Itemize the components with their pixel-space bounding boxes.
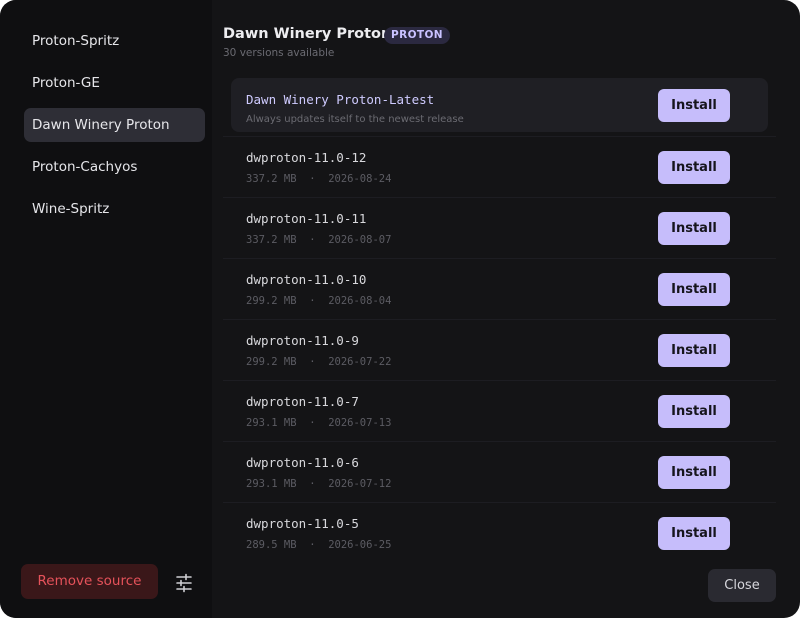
install-button[interactable]: Install	[658, 395, 730, 428]
version-name: dwproton-11.0-10	[246, 272, 367, 287]
install-button[interactable]: Install	[658, 212, 730, 245]
version-meta: 299.2 MB · 2026-08-04	[246, 295, 392, 307]
remove-source-button[interactable]: Remove source	[21, 564, 158, 599]
version-meta: 293.1 MB · 2026-07-13	[246, 417, 392, 429]
type-badge: PROTON	[384, 27, 450, 44]
sidebar-item-dawn-winery-proton[interactable]: Dawn Winery Proton	[24, 108, 205, 142]
version-name: dwproton-11.0-11	[246, 211, 367, 226]
version-row: dwproton-11.0-5 289.5 MB · 2026-06-25 In…	[223, 502, 776, 554]
version-meta: 289.5 MB · 2026-06-25	[246, 539, 392, 551]
versions-list[interactable]: Dawn Winery Proton-Latest Always updates…	[223, 74, 776, 554]
install-button[interactable]: Install	[658, 151, 730, 184]
version-name: dwproton-11.0-5	[246, 516, 359, 531]
version-meta: 293.1 MB · 2026-07-12	[246, 478, 392, 490]
version-name: dwproton-11.0-6	[246, 455, 359, 470]
source-settings-button[interactable]	[172, 572, 196, 594]
featured-version-name: Dawn Winery Proton-Latest	[246, 92, 435, 107]
version-date: 2026-07-13	[328, 417, 392, 429]
version-meta: 337.2 MB · 2026-08-24	[246, 173, 392, 185]
version-name: dwproton-11.0-9	[246, 333, 359, 348]
version-date: 2026-07-12	[328, 478, 392, 490]
version-row: dwproton-11.0-6 293.1 MB · 2026-07-12 In…	[223, 441, 776, 502]
version-row: dwproton-11.0-7 293.1 MB · 2026-07-13 In…	[223, 380, 776, 441]
sidebar-item-proton-cachyos[interactable]: Proton-Cachyos	[24, 150, 205, 184]
version-size: 293.1 MB	[246, 478, 297, 490]
version-size: 337.2 MB	[246, 234, 297, 246]
version-size: 337.2 MB	[246, 173, 297, 185]
source-sidebar: Proton-Spritz Proton-GE Dawn Winery Prot…	[0, 0, 212, 618]
version-date: 2026-08-24	[328, 173, 392, 185]
version-size: 293.1 MB	[246, 417, 297, 429]
version-date: 2026-08-07	[328, 234, 392, 246]
version-row: dwproton-11.0-11 337.2 MB · 2026-08-07 I…	[223, 197, 776, 258]
sliders-icon	[176, 573, 192, 593]
install-button[interactable]: Install	[658, 273, 730, 306]
version-name: dwproton-11.0-7	[246, 394, 359, 409]
sidebar-item-proton-ge[interactable]: Proton-GE	[24, 66, 205, 100]
version-name: dwproton-11.0-12	[246, 150, 367, 165]
version-date: 2026-08-04	[328, 295, 392, 307]
version-size: 289.5 MB	[246, 539, 297, 551]
featured-version-card: Dawn Winery Proton-Latest Always updates…	[231, 78, 768, 132]
version-date: 2026-07-22	[328, 356, 392, 368]
version-row: dwproton-11.0-10 299.2 MB · 2026-08-04 I…	[223, 258, 776, 319]
version-meta: 337.2 MB · 2026-08-07	[246, 234, 392, 246]
install-button[interactable]: Install	[658, 517, 730, 550]
page-title: Dawn Winery Proton	[223, 26, 392, 42]
version-size: 299.2 MB	[246, 356, 297, 368]
version-manager-dialog: Proton-Spritz Proton-GE Dawn Winery Prot…	[0, 0, 800, 618]
install-latest-button[interactable]: Install	[658, 89, 730, 122]
sidebar-item-wine-spritz[interactable]: Wine-Spritz	[24, 192, 205, 226]
version-meta: 299.2 MB · 2026-07-22	[246, 356, 392, 368]
install-button[interactable]: Install	[658, 334, 730, 367]
version-row: dwproton-11.0-9 299.2 MB · 2026-07-22 In…	[223, 319, 776, 380]
versions-count: 30 versions available	[223, 47, 335, 59]
version-size: 299.2 MB	[246, 295, 297, 307]
version-row: dwproton-11.0-12 337.2 MB · 2026-08-24 I…	[223, 136, 776, 197]
close-button[interactable]: Close	[708, 569, 776, 602]
featured-version-description: Always updates itself to the newest rele…	[246, 114, 464, 125]
sidebar-item-proton-spritz[interactable]: Proton-Spritz	[24, 24, 205, 58]
version-date: 2026-06-25	[328, 539, 392, 551]
install-button[interactable]: Install	[658, 456, 730, 489]
